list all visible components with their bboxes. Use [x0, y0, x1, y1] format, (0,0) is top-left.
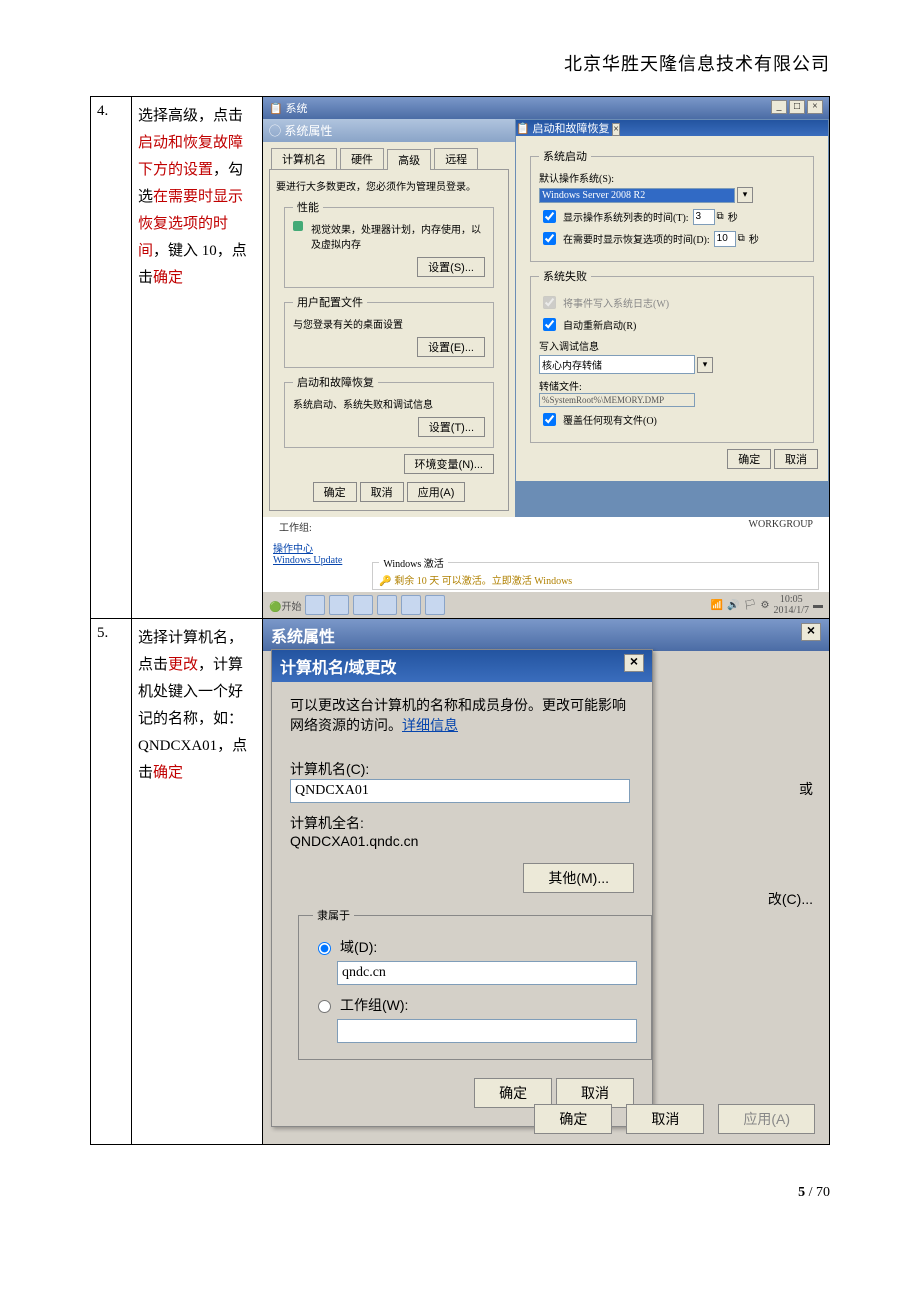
sr-ok-button[interactable]: 确定 [727, 449, 771, 469]
step-number: 5. [91, 619, 132, 1145]
sysprops-cancel-button[interactable]: 取消 [360, 482, 404, 502]
clock-date: 2014/1/7 [773, 605, 809, 616]
change-button-fragment[interactable]: 改(C)... [768, 889, 813, 909]
document-header: 北京华胜天隆信息技术有限公司 [90, 50, 830, 76]
minimize-icon[interactable]: _ [771, 100, 787, 114]
details-link[interactable]: 详细信息 [402, 717, 458, 733]
tab-remote[interactable]: 远程 [434, 148, 478, 169]
outer-ok-button[interactable]: 确定 [534, 1104, 612, 1134]
step-number: 4. [91, 97, 132, 619]
domain-radio[interactable] [318, 942, 331, 955]
chevron-down-icon[interactable]: ▾ [737, 187, 753, 203]
spinner-icon[interactable]: ⧉ [717, 211, 724, 222]
taskbar-app-icon[interactable] [401, 595, 421, 615]
side-text-or: 或 [799, 779, 813, 799]
start-button[interactable]: 🟢开始 [269, 598, 301, 613]
userprofile-group: 用户配置文件 与您登录有关的桌面设置 设置(E)... [284, 294, 494, 368]
system-failure-group: 系统失败 将事件写入系统日志(W) 自动重新启动(R) 写入调试信息 核心内存转… [530, 268, 814, 443]
tray-icon[interactable]: 🔊 [727, 600, 739, 611]
performance-group: 性能 视觉效果，处理器计划，内存使用，以及虚拟内存 设置(S)... [284, 199, 494, 288]
domain-input[interactable] [337, 961, 637, 985]
shield-icon [293, 221, 303, 231]
taskbar-app-icon[interactable] [329, 595, 349, 615]
taskbar-app-icon[interactable] [377, 595, 397, 615]
computer-name-label: 计算机名(C): [290, 759, 634, 779]
chevron-down-icon[interactable]: ▾ [697, 357, 713, 373]
step-instruction: 选择高级，点击启动和恢复故障下方的设置，勾选在需要时显示恢复选项的时间，键入 1… [132, 97, 263, 619]
clock-time: 10:05 [780, 594, 803, 605]
outer-apply-button[interactable]: 应用(A) [718, 1104, 815, 1134]
tray-icon[interactable]: 🏳 [744, 600, 757, 611]
workgroup-input[interactable] [337, 1019, 637, 1043]
startup-settings-button[interactable]: 设置(T)... [418, 417, 485, 437]
outer-cancel-button[interactable]: 取消 [626, 1104, 704, 1134]
auto-restart-checkbox[interactable] [543, 318, 556, 331]
startup-group: 启动和故障恢复 系统启动、系统失败和调试信息 设置(T)... [284, 374, 494, 448]
startup-recovery-dialog: 📋 启动和故障恢复 × 系统启动 默认操作系统(S): Windows Serv… [515, 119, 829, 482]
page-footer: 5 / 70 [90, 1185, 830, 1201]
maximize-icon[interactable]: □ [789, 100, 805, 114]
admin-note: 要进行大多数更改，您必须作为管理员登录。 [276, 178, 502, 193]
close-icon[interactable]: × [612, 123, 620, 136]
performance-settings-button[interactable]: 设置(S)... [417, 257, 485, 277]
system-properties-dialog: ◯ 系统属性 计算机名 硬件 高级 远程 要进行大多数更改，您必须作为管理员登录… [263, 119, 515, 517]
taskbar-app-icon[interactable] [353, 595, 373, 615]
recovery-seconds-input[interactable] [714, 231, 736, 247]
show-os-list-checkbox[interactable] [543, 210, 556, 223]
tab-bar: 计算机名 硬件 高级 远程 [263, 142, 515, 169]
userprofile-settings-button[interactable]: 设置(E)... [417, 337, 485, 357]
default-os-select[interactable]: Windows Server 2008 R2 [539, 188, 735, 203]
workgroup-label: 工作组: [279, 523, 312, 534]
close-icon[interactable]: × [807, 100, 823, 114]
full-name-label: 计算机全名: [290, 813, 634, 833]
taskbar-app-icon[interactable] [425, 595, 445, 615]
dialog-description: 可以更改这台计算机的名称和成员身份。更改可能影响网络资源的访问。 [290, 697, 626, 733]
member-of-group: 隶属于 域(D): 工作组(W): [298, 907, 652, 1060]
step4-screenshot: 📋 系统 _ □ × ◯ 系统属性 [263, 97, 830, 619]
system-boot-group: 系统启动 默认操作系统(S): Windows Server 2008 R2 ▾ [530, 148, 814, 262]
dump-file-input[interactable]: %SystemRoot%\MEMORY.DMP [539, 393, 695, 407]
sysprops-apply-button[interactable]: 应用(A) [407, 482, 466, 502]
windows-update-link[interactable]: Windows Update [273, 555, 342, 566]
step5-screenshot: 系统属性 × 或 改(C)... 计算机名/域更改 × [263, 619, 830, 1145]
tray-icon[interactable]: 📶 [711, 600, 723, 611]
tab-hardware[interactable]: 硬件 [340, 148, 384, 169]
write-event-checkbox [543, 296, 556, 309]
close-icon[interactable]: × [801, 623, 821, 641]
tab-advanced[interactable]: 高级 [387, 149, 431, 170]
overwrite-checkbox[interactable] [543, 413, 556, 426]
sysprops-ok-button[interactable]: 确定 [313, 482, 357, 502]
workgroup-radio[interactable] [318, 1000, 331, 1013]
show-recovery-checkbox[interactable] [543, 232, 556, 245]
action-center-link[interactable]: 操作中心 [273, 544, 313, 555]
full-name-value: QNDCXA01.qndc.cn [290, 833, 634, 849]
env-vars-button[interactable]: 环境变量(N)... [404, 454, 494, 474]
spinner-icon[interactable]: ⧉ [738, 233, 745, 244]
step-instruction: 选择计算机名，点击更改，计算机处键入一个好记的名称，如：QNDCXA01，点击确… [132, 619, 263, 1145]
window-titlebar: 📋 系统 _ □ × [263, 97, 829, 119]
instruction-table: 4. 选择高级，点击启动和恢复故障下方的设置，勾选在需要时显示恢复选项的时间，键… [90, 96, 830, 1145]
workgroup-value: WORKGROUP [749, 519, 813, 534]
tab-computer-name[interactable]: 计算机名 [271, 148, 337, 169]
tray-icon[interactable]: ⚙ [760, 600, 769, 611]
show-desktop-icon[interactable]: ▬ [813, 600, 823, 611]
close-icon[interactable]: × [624, 654, 644, 672]
system-properties-dialog: 系统属性 × 或 改(C)... 计算机名/域更改 × [263, 619, 829, 1144]
sr-cancel-button[interactable]: 取消 [774, 449, 818, 469]
os-list-seconds-input[interactable] [693, 209, 715, 225]
more-button[interactable]: 其他(M)... [523, 863, 634, 893]
dump-type-select[interactable]: 核心内存转储 [539, 355, 695, 374]
computer-name-input[interactable] [290, 779, 630, 803]
taskbar-app-icon[interactable] [305, 595, 325, 615]
computer-name-change-dialog: 计算机名/域更改 × 可以更改这台计算机的名称和成员身份。更改可能影响网络资源的… [271, 649, 653, 1127]
taskbar: 🟢开始 📶 🔊 🏳 [263, 592, 829, 618]
